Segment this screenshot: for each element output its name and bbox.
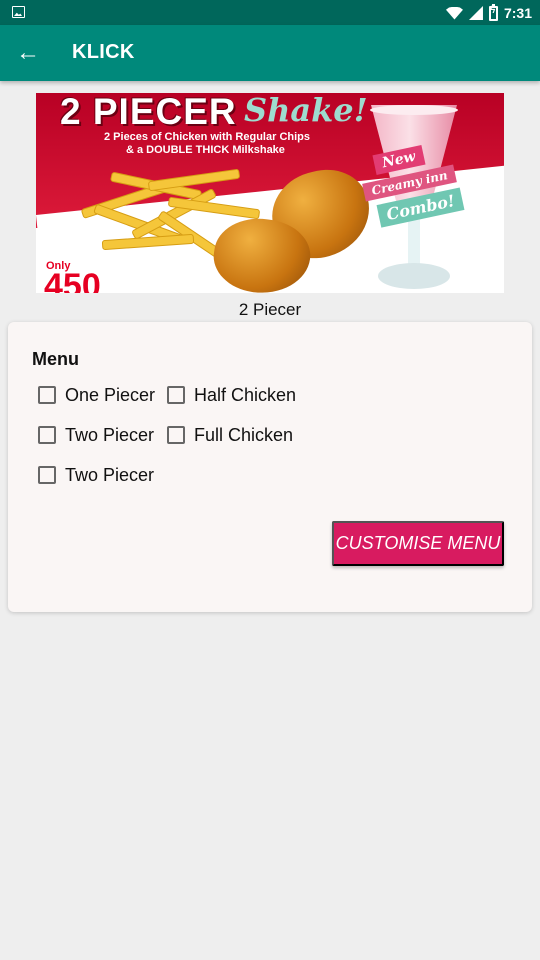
arrow-back-icon: ← [16, 39, 40, 66]
checkbox-icon[interactable] [38, 426, 56, 444]
milkshake-stem [408, 215, 420, 267]
back-button[interactable]: ← [10, 35, 46, 71]
checkbox-icon[interactable] [167, 426, 185, 444]
menu-title: Menu [32, 349, 79, 369]
product-banner-image: 2 PIECER Shake! 2 Pieces of Chicken with… [36, 93, 504, 293]
menu-option-label: Two Piecer [65, 424, 155, 445]
menu-option-label: Half Chicken [194, 384, 297, 405]
milkshake-base [378, 263, 450, 289]
banner-accent-text: Shake! [244, 93, 368, 129]
wifi-icon [445, 6, 463, 20]
menu-card: Menu One Piecer Half Chicken Two Piecer … [8, 322, 532, 612]
menu-option-full-chicken[interactable]: Full Chicken [167, 420, 293, 450]
fry-piece [167, 196, 261, 220]
app-bar: ← KLICK [0, 25, 540, 81]
status-icons: 7:31 [445, 3, 532, 23]
menu-option-half-chicken[interactable]: Half Chicken [167, 380, 296, 410]
menu-option-two-piecer[interactable]: Two Piecer [38, 420, 154, 450]
status-bar: 7:31 [0, 0, 540, 25]
app-title: KLICK [72, 41, 135, 63]
banner-subtitle-line-2: & a DOUBLE THICK Milkshake [126, 144, 285, 156]
fry-piece [101, 233, 195, 251]
milkshake-rim [370, 105, 458, 115]
checkbox-icon[interactable] [167, 386, 185, 404]
menu-option-one-piecer[interactable]: One Piecer [38, 380, 155, 410]
checkbox-icon[interactable] [38, 466, 56, 484]
menu-option-label: One Piecer [65, 384, 156, 405]
banner-headline: 2 PIECER [60, 93, 237, 132]
product-name: 2 Piecer [238, 300, 302, 319]
banner-price: 450 [44, 267, 101, 293]
banner-subtitle-line-1: 2 Pieces of Chicken with Regular Chips [104, 131, 310, 143]
battery-charging-icon [488, 3, 498, 21]
checkbox-icon[interactable] [38, 386, 56, 404]
menu-option-label: Full Chicken [194, 424, 294, 445]
customise-menu-button[interactable]: CUSTOMISE MENU [332, 521, 504, 566]
menu-option-two-piecer-2[interactable]: Two Piecer [38, 460, 154, 490]
menu-option-label: Two Piecer [65, 464, 155, 485]
image-icon [12, 6, 25, 18]
status-time: 7:31 [503, 5, 532, 21]
cellular-signal-icon [468, 6, 483, 20]
